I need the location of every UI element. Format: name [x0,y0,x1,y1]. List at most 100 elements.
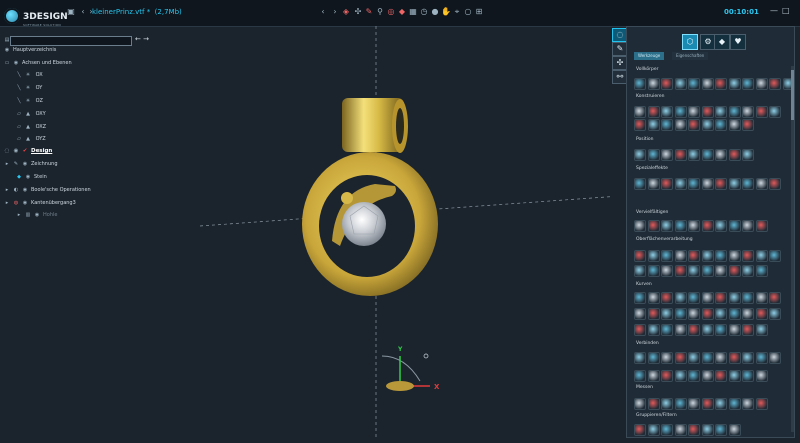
tool-icon[interactable] [755,78,768,90]
tool-icon[interactable] [728,78,741,90]
toggle-icon[interactable]: ▸ [4,187,10,193]
tree-item-oxz[interactable]: ▱ ▲ OXZ [16,124,46,130]
tool-icon[interactable] [647,352,660,364]
tool-icon[interactable] [674,78,687,90]
tool-icon[interactable] [688,250,700,262]
orientation-gizmo[interactable] [381,353,430,391]
viewport-canvas[interactable]: Y X [160,26,621,439]
tool-icon[interactable] [755,106,768,118]
tool-icon[interactable] [634,292,646,304]
tool-icon[interactable] [769,250,781,262]
tool-icon[interactable] [715,78,727,90]
tool-icon[interactable] [674,370,687,382]
eye-icon[interactable]: ◉ [25,174,31,180]
tool-icon[interactable] [715,178,727,190]
tool-icon[interactable] [728,265,741,277]
gem-icon[interactable]: ◆ [397,7,407,17]
chevron-left-icon[interactable]: ‹ [318,7,328,17]
hand-icon[interactable]: ✋ [441,7,451,17]
tool-icon[interactable] [769,178,781,190]
tool-icon[interactable] [661,265,673,277]
tool-icon[interactable] [674,250,687,262]
tool-icon[interactable] [755,178,768,190]
grid-icon[interactable]: ⊞ [474,7,484,17]
tool-icon[interactable] [661,220,673,232]
tool-icon[interactable] [728,324,741,336]
tool-icon[interactable] [715,119,727,131]
tool-icon[interactable] [634,78,646,90]
tool-icon[interactable] [769,352,781,364]
tool-icon[interactable] [701,119,714,131]
eye-icon[interactable]: ◉ [22,187,28,193]
tool-icon[interactable] [688,149,700,161]
tool-icon[interactable] [715,106,727,118]
tool-icon[interactable] [715,265,727,277]
tool-icon[interactable] [755,398,768,410]
tool-icon[interactable] [661,292,673,304]
tool-icon[interactable] [674,106,687,118]
tool-icon[interactable] [634,324,646,336]
tool-icon[interactable] [647,178,660,190]
tool-icon[interactable] [728,106,741,118]
tool-icon[interactable] [755,220,768,232]
tool-icon[interactable] [674,308,687,320]
tab-properties[interactable]: Eigenschaften [672,52,709,60]
eye-icon[interactable]: ◉ [34,212,40,218]
tool-icon[interactable] [634,370,646,382]
tool-icon[interactable] [661,424,673,436]
tool-icon[interactable] [688,424,700,436]
tool-icon[interactable] [701,178,714,190]
tool-icon[interactable] [701,352,714,364]
tool-icon[interactable] [634,250,646,262]
clock-icon[interactable]: ◷ [419,7,429,17]
tool-icon[interactable] [674,424,687,436]
tool-icon[interactable] [742,265,754,277]
tool-icon[interactable] [688,398,700,410]
tool-icon[interactable] [688,265,700,277]
tool-icon[interactable] [715,149,727,161]
tree-item-fillet[interactable]: ▸ ◍ ◉ Kantenübergang3 [4,200,76,206]
tree-item-oyz[interactable]: ▱ ▲ OYZ [16,136,46,142]
tool-icon[interactable] [715,352,727,364]
tool-icon[interactable] [742,119,754,131]
ring-icon[interactable]: ◎ [386,7,396,17]
eye-icon[interactable]: ◉ [13,60,19,66]
tool-icon[interactable] [674,324,687,336]
tool-icon[interactable] [674,398,687,410]
tool-icon[interactable] [701,308,714,320]
tool-icon[interactable] [701,149,714,161]
tool-icon[interactable] [647,250,660,262]
tool-icon[interactable] [728,308,741,320]
tool-icon[interactable] [647,119,660,131]
tool-icon[interactable] [701,424,714,436]
tree-item-stone[interactable]: ◆ ◉ Stein [16,174,47,180]
tree-forward-button[interactable]: → [143,35,149,43]
tool-icon[interactable] [647,292,660,304]
tool-icon[interactable] [728,250,741,262]
tool-icon[interactable] [755,308,768,320]
tool-icon[interactable] [769,308,781,320]
tree-item-oxy[interactable]: ▱ ▲ OXY [16,111,46,117]
tool-icon[interactable] [728,424,741,436]
sphere-icon[interactable]: ● [430,7,440,17]
tool-icon[interactable] [728,119,741,131]
tool-icon[interactable] [715,398,727,410]
tool-icon[interactable] [647,398,660,410]
tool-icon[interactable] [755,292,768,304]
eye-icon[interactable]: ◉ [22,200,28,206]
tool-icon[interactable] [674,178,687,190]
tool-icon[interactable] [728,352,741,364]
tool-icon[interactable] [634,119,646,131]
tree-item-root[interactable]: ◉ Hauptverzeichnis [4,47,57,53]
toggle-icon[interactable]: ▸ [4,200,10,206]
tree-item-oy[interactable]: ╲ ✳ OY [16,85,42,91]
tool-icon[interactable] [688,324,700,336]
pin-icon[interactable]: ⌖ [452,7,462,17]
tool-icon[interactable] [647,78,660,90]
tool-icon[interactable] [647,149,660,161]
tool-icon[interactable] [661,324,673,336]
panel-scrollbar[interactable] [791,66,794,432]
tool-icon[interactable] [769,78,781,90]
tool-icon[interactable] [755,324,768,336]
category-favorites-button[interactable]: ♥ [730,34,746,50]
